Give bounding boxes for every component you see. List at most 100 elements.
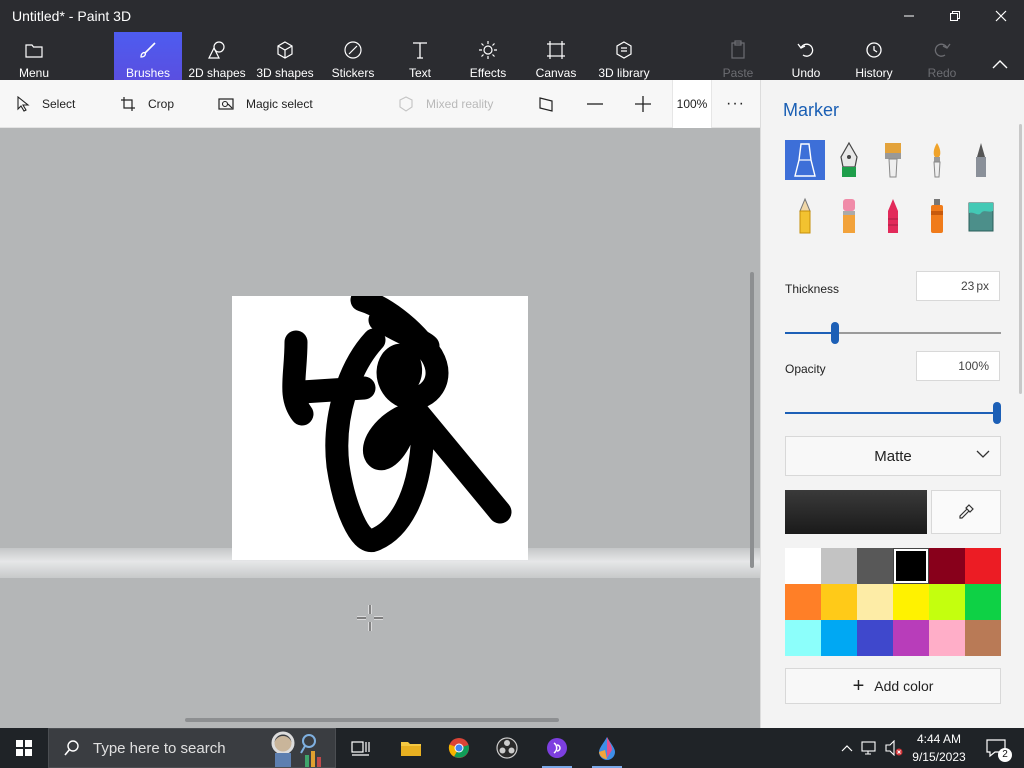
slider-fill: [785, 412, 1001, 414]
color-swatch[interactable]: [965, 620, 1001, 656]
tab-stickers[interactable]: Stickers: [322, 32, 384, 80]
redo-icon: [932, 38, 952, 62]
color-swatch[interactable]: [785, 584, 821, 620]
history-button[interactable]: History: [850, 32, 898, 80]
show-hidden-icons-button[interactable]: [836, 728, 858, 768]
chrome-button[interactable]: [436, 728, 482, 768]
color-swatch[interactable]: [965, 548, 1001, 584]
eyedropper-button[interactable]: [931, 490, 1001, 534]
horizontal-scrollbar[interactable]: [185, 718, 559, 722]
magic-select-tool[interactable]: Magic select: [218, 80, 313, 128]
color-swatch[interactable]: [785, 620, 821, 656]
opacity-slider[interactable]: [785, 402, 1001, 424]
redo-button[interactable]: Redo: [920, 32, 964, 80]
start-button[interactable]: [0, 728, 48, 768]
zoom-out-button[interactable]: [586, 80, 616, 128]
current-color-swatch[interactable]: [785, 490, 927, 534]
color-swatch[interactable]: [821, 584, 857, 620]
color-swatch[interactable]: [929, 548, 965, 584]
minimize-button[interactable]: [886, 0, 932, 32]
opacity-input[interactable]: 100%: [916, 351, 1000, 381]
slider-fill: [785, 332, 835, 334]
color-swatch[interactable]: [893, 620, 929, 656]
panel-scrollbar[interactable]: [1019, 124, 1022, 394]
brush-panel: Marker Thickness 23 px Opacity 100% Matte: [760, 80, 1024, 728]
notifications-button[interactable]: 2: [976, 728, 1016, 768]
zoom-in-button[interactable]: [634, 80, 664, 128]
oil-brush-icon: [885, 143, 901, 178]
view-3d-button[interactable]: [538, 80, 568, 128]
pencil-brush[interactable]: [785, 196, 825, 236]
panel-title: Marker: [783, 100, 840, 120]
drawing-canvas[interactable]: [232, 296, 528, 560]
workspace[interactable]: [0, 128, 760, 728]
restore-button[interactable]: [932, 0, 978, 32]
close-button[interactable]: [978, 0, 1024, 32]
marker-brush[interactable]: [785, 140, 825, 180]
color-swatch[interactable]: [893, 584, 929, 620]
pixel-pen-brush[interactable]: [961, 140, 1001, 180]
search-placeholder: Type here to search: [93, 739, 226, 757]
color-swatch[interactable]: [821, 620, 857, 656]
color-swatch[interactable]: [785, 548, 821, 584]
effects-label: Effects: [469, 66, 507, 80]
history-icon: [864, 38, 884, 62]
tab-canvas[interactable]: Canvas: [528, 32, 584, 80]
podcast-app-button[interactable]: [534, 728, 580, 768]
eraser-brush[interactable]: [829, 196, 869, 236]
drawing-strokes: [282, 296, 512, 552]
thickness-input[interactable]: 23 px: [916, 271, 1000, 301]
color-swatch[interactable]: [929, 584, 965, 620]
paste-button[interactable]: Paste: [716, 32, 760, 80]
undo-button[interactable]: Undo: [784, 32, 828, 80]
finish-dropdown[interactable]: Matte: [785, 436, 1001, 476]
volume-status[interactable]: [882, 728, 906, 768]
task-view-button[interactable]: [338, 728, 384, 768]
menu-button[interactable]: Menu: [0, 32, 68, 80]
color-swatch[interactable]: [965, 584, 1001, 620]
zoom-level[interactable]: 100%: [672, 80, 712, 128]
watercolor-icon: [933, 143, 941, 178]
obs-icon: [496, 737, 518, 759]
color-swatch[interactable]: [893, 548, 929, 584]
taskbar-search[interactable]: Type here to search: [48, 728, 336, 768]
clock[interactable]: 4:44 AM 9/15/2023: [906, 730, 972, 766]
mixed-reality-tool[interactable]: Mixed reality: [398, 80, 493, 128]
spray-can-icon: [931, 199, 943, 233]
windows-logo-icon: [16, 740, 32, 756]
color-swatch[interactable]: [857, 548, 893, 584]
slider-thumb[interactable]: [993, 402, 1001, 424]
crayon-brush[interactable]: [873, 196, 913, 236]
more-options-button[interactable]: ···: [726, 80, 745, 128]
tab-2d-shapes[interactable]: 2D shapes: [184, 32, 250, 80]
collapse-ribbon-button[interactable]: [980, 32, 1020, 80]
paint-3d-button[interactable]: [584, 728, 630, 768]
add-color-button[interactable]: + Add color: [785, 668, 1001, 704]
obs-button[interactable]: [484, 728, 530, 768]
tab-effects[interactable]: Effects: [460, 32, 516, 80]
color-swatch[interactable]: [929, 620, 965, 656]
file-explorer-button[interactable]: [388, 728, 434, 768]
thickness-slider[interactable]: [785, 322, 1001, 344]
oil-brush-brush[interactable]: [873, 140, 913, 180]
calligraphy-pen-brush[interactable]: [829, 140, 869, 180]
fill-brush[interactable]: [961, 196, 1001, 236]
tab-text[interactable]: Text: [392, 32, 448, 80]
chevron-down-icon: [976, 450, 990, 458]
watercolor-brush[interactable]: [917, 140, 957, 180]
crop-tool[interactable]: Crop: [120, 80, 174, 128]
tab-3d-shapes[interactable]: 3D shapes: [252, 32, 318, 80]
spray-can-brush[interactable]: [917, 196, 957, 236]
paste-icon: [729, 38, 747, 62]
tab-brushes[interactable]: Brushes: [114, 32, 182, 80]
select-tool[interactable]: Select: [16, 80, 75, 128]
stickers-label: Stickers: [331, 66, 375, 80]
color-swatch[interactable]: [857, 620, 893, 656]
slider-thumb[interactable]: [830, 322, 839, 344]
color-swatch[interactable]: [857, 584, 893, 620]
network-status[interactable]: [858, 728, 882, 768]
vertical-scrollbar[interactable]: [750, 272, 754, 568]
tab-3d-library[interactable]: 3D library: [594, 32, 654, 80]
color-swatch[interactable]: [821, 548, 857, 584]
shapes-3d-label: 3D shapes: [256, 66, 314, 80]
